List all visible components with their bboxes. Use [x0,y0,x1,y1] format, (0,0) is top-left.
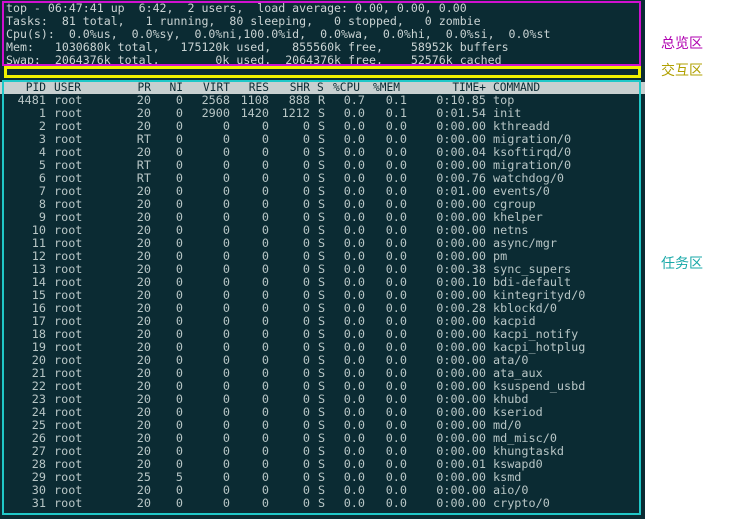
cell-res: 0 [261,496,269,510]
summary-swap-line: Swap: 2064376k total, 0k used, 2064376k … [6,53,502,67]
cell-mem: 0.0 [385,496,407,510]
cell-pr: 20 [136,496,151,510]
cell-cpu: 0.0 [343,496,365,510]
terminal-window: top - 06:47:41 up 6:42, 2 users, load av… [0,0,645,519]
cell-shr: 0 [302,496,310,510]
summary-area-label: 总览区 [661,36,703,52]
tasks-area-label: 任务区 [661,256,703,272]
cell-command: crypto/0 [493,496,550,510]
interactive-area-label: 交互区 [661,63,703,79]
cell-time: 0:00.00 [436,496,486,510]
cell-ni: 0 [175,496,183,510]
cell-state: S [318,496,326,510]
cell-user: root [54,496,83,510]
process-row[interactable]: 31 root 20 0 0 0 0 S 0.0 0.0 0:00.00 crypto/0 [0,497,645,510]
cell-virt: 0 [222,496,230,510]
cell-pid: 31 [31,496,46,510]
